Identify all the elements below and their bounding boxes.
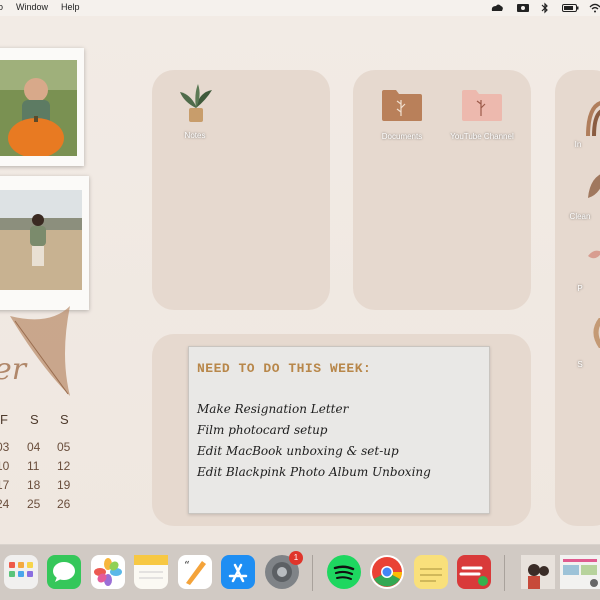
- photo-child-in-field: [0, 190, 82, 290]
- leaf-icon[interactable]: [586, 170, 600, 200]
- dock-separator: [312, 555, 313, 591]
- calendar-day: 26: [57, 497, 71, 511]
- photos-icon[interactable]: [91, 555, 125, 589]
- folder-icon: [462, 90, 502, 121]
- wifi-icon[interactable]: [589, 1, 600, 15]
- screen-record-icon[interactable]: [516, 1, 530, 15]
- youtube-channel-folder[interactable]: [461, 88, 503, 122]
- potted-plant-icon: [180, 84, 212, 122]
- folder-icon: [382, 90, 422, 121]
- right-icon-label: In: [574, 140, 582, 149]
- calendar-day: 12: [57, 459, 71, 473]
- rainbow-icon[interactable]: [584, 96, 600, 136]
- todo-item: Make Resignation Letter: [197, 402, 349, 416]
- menu-apple-partial[interactable]: o: [0, 2, 3, 12]
- stickies-icon[interactable]: [414, 555, 448, 589]
- calendar-day: 24: [0, 497, 10, 511]
- calendar-day: 04: [27, 440, 41, 454]
- creative-cloud-icon[interactable]: [490, 1, 504, 15]
- document-thumbnail[interactable]: [560, 555, 600, 589]
- todo-title: NEED TO DO THIS WEEK:: [197, 361, 372, 376]
- calendar-day: 17: [0, 478, 10, 492]
- documents-folder-label: Documents: [381, 132, 423, 141]
- calendar-day: 11: [27, 459, 40, 473]
- dock-separator: [504, 555, 505, 591]
- heart-leaf-icon[interactable]: [588, 248, 600, 264]
- todo-item: Film photocard setup: [197, 423, 328, 437]
- polaroid-photo-field[interactable]: [0, 176, 89, 310]
- battery-icon[interactable]: [562, 1, 580, 15]
- weekday-s: S: [30, 412, 39, 427]
- messages-icon[interactable]: [47, 555, 81, 589]
- pages-icon[interactable]: “: [178, 555, 212, 589]
- spotify-icon[interactable]: [327, 555, 361, 589]
- express-vpn-icon[interactable]: [457, 555, 491, 589]
- notification-badge: 1: [289, 551, 303, 565]
- launchpad-icon[interactable]: [4, 555, 38, 589]
- polaroid-photo-pumpkin[interactable]: [0, 48, 84, 166]
- menu-window[interactable]: Window: [16, 2, 48, 12]
- todo-sticky-note[interactable]: NEED TO DO THIS WEEK: Make Resignation L…: [188, 346, 490, 514]
- todo-item: Edit MacBook unboxing & set-up: [197, 444, 399, 458]
- brush-stroke-icon[interactable]: [590, 318, 600, 348]
- photo-thumbnail[interactable]: [521, 555, 555, 589]
- bluetooth-icon[interactable]: [541, 1, 549, 15]
- calendar-day: 18: [27, 478, 41, 492]
- calendar-day: 10: [0, 459, 10, 473]
- menu-help[interactable]: Help: [61, 2, 80, 12]
- todo-item: Edit Blackpink Photo Album Unboxing: [197, 465, 431, 479]
- calendar-day: 05: [57, 440, 71, 454]
- calendar-month-partial: er: [0, 352, 27, 387]
- calendar-day: 25: [27, 497, 41, 511]
- youtube-channel-folder-label: YouTube Channel: [450, 132, 514, 141]
- documents-folder[interactable]: [381, 88, 423, 122]
- widget-panel-right: [555, 70, 600, 526]
- notes-desktop-icon[interactable]: [176, 82, 216, 126]
- right-icon-label: Clean: [569, 212, 591, 221]
- notes-icon-label: Notes: [184, 131, 206, 140]
- photo-child-with-pumpkin: [0, 60, 77, 156]
- app-store-icon[interactable]: [221, 555, 255, 589]
- dock: “ 1: [0, 544, 600, 600]
- chrome-icon[interactable]: [370, 555, 404, 589]
- desktop: er F S S 03 04 05 10 11 12 17 18 19 24 2…: [0, 16, 600, 544]
- svg-text:“: “: [184, 559, 190, 572]
- notes-app-icon[interactable]: [134, 555, 168, 589]
- weekday-s: S: [60, 412, 69, 427]
- right-icon-label: S: [577, 360, 583, 369]
- right-icon-label: P: [577, 284, 583, 293]
- calendar-day: 03: [0, 440, 10, 454]
- weekday-f: F: [0, 412, 8, 427]
- calendar-day: 19: [57, 478, 71, 492]
- menu-bar: o Window Help: [0, 0, 600, 16]
- system-preferences-icon[interactable]: 1: [265, 551, 303, 589]
- widget-panel-folders: [353, 70, 531, 310]
